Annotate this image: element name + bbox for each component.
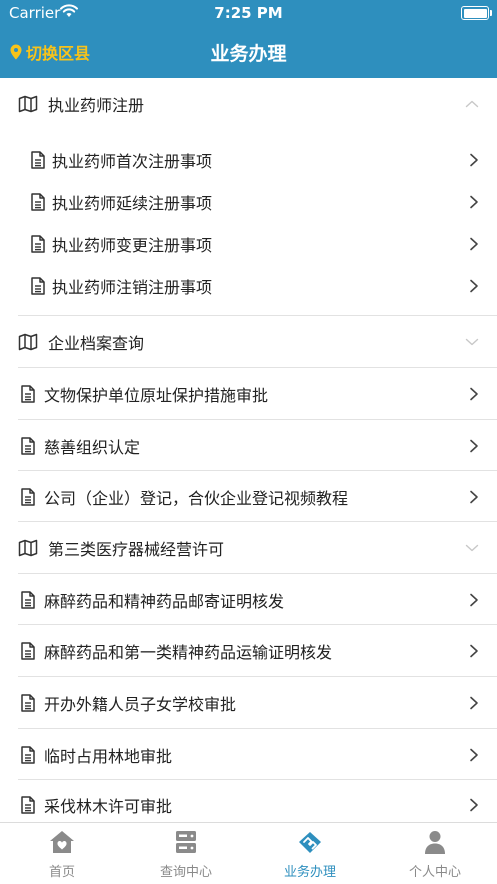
list-item-label: 公司（企业）登记，合伙企业登记视频教程 (44, 488, 349, 508)
list-item-anesthetic-transport[interactable]: 麻醉药品和第一类精神药品运输证明核发 (0, 625, 497, 676)
sub-item-renewal-registration[interactable]: 执业药师延续注册事项 (0, 181, 497, 223)
list-item-label: 临时占用林地审批 (44, 746, 173, 766)
group-label: 第三类医疗器械经营许可 (48, 539, 225, 559)
list-item-company-video[interactable]: 公司（企业）登记，合伙企业登记视频教程 (0, 471, 497, 522)
tab-label: 业务办理 (283, 865, 336, 880)
tab-business[interactable]: 业务办理 (248, 823, 372, 884)
list-item-foreign-school[interactable]: 开办外籍人员子女学校审批 (0, 677, 497, 728)
sub-item-label: 执业药师延续注册事项 (52, 194, 213, 213)
document-icon (18, 745, 38, 765)
chevron-down-icon[interactable] (465, 543, 479, 553)
list-item-label: 麻醉药品和第一类精神药品运输证明核发 (44, 642, 333, 662)
document-icon (28, 192, 48, 212)
document-icon (18, 693, 38, 713)
list-item-charity[interactable]: 慈善组织认定 (0, 420, 497, 471)
list-item-label: 慈善组织认定 (44, 437, 141, 457)
list-item-relic-protection[interactable]: 文物保护单位原址保护措施审批 (0, 368, 497, 419)
chevron-right-icon (469, 439, 479, 453)
document-icon (18, 384, 38, 404)
list-item-label: 文物保护单位原址保护措施审批 (44, 385, 269, 405)
home-icon (50, 831, 74, 853)
list-item-label: 麻醉药品和精神药品邮寄证明核发 (44, 591, 285, 611)
person-icon (425, 831, 445, 854)
chevron-up-icon[interactable] (465, 99, 479, 109)
sub-item-label: 执业药师变更注册事项 (52, 236, 213, 255)
chevron-right-icon (469, 387, 479, 401)
switch-district-label: 切换区县 (26, 44, 91, 63)
document-icon (18, 590, 38, 610)
chevron-right-icon (469, 798, 479, 812)
document-icon (18, 487, 38, 507)
map-icon (18, 332, 38, 352)
sub-item-first-registration[interactable]: 执业药师首次注册事项 (0, 139, 497, 181)
chevron-right-icon (469, 153, 479, 167)
chevron-right-icon (469, 237, 479, 251)
sub-item-label: 执业药师注销注册事项 (52, 278, 213, 297)
document-icon (18, 436, 38, 456)
chevron-right-icon (469, 593, 479, 607)
chevron-right-icon (469, 748, 479, 762)
tab-bar: 首页 查询中心 业务办理 个人中心 (0, 822, 497, 884)
tab-label: 首页 (48, 865, 75, 880)
clock: 7:25 PM (214, 4, 283, 22)
sub-item-change-registration[interactable]: 执业药师变更注册事项 (0, 223, 497, 265)
chevron-right-icon (469, 696, 479, 710)
document-icon (28, 276, 48, 296)
map-icon (18, 94, 38, 114)
document-icon (28, 150, 48, 170)
map-icon (18, 538, 38, 558)
tab-label: 个人中心 (408, 865, 461, 880)
chevron-down-icon[interactable] (465, 337, 479, 347)
tab-personal-center[interactable]: 个人中心 (373, 823, 497, 884)
tab-home[interactable]: 首页 (0, 823, 124, 884)
server-icon (176, 831, 196, 853)
document-icon (18, 641, 38, 661)
nav-bar: 切换区县 业务办理 (0, 26, 497, 78)
location-pin-icon (10, 44, 22, 60)
status-bar: Carrier 7:25 PM (0, 0, 497, 26)
group-pharmacist-registration[interactable]: 执业药师注册 (0, 78, 497, 130)
chevron-right-icon (469, 490, 479, 504)
tab-query-center[interactable]: 查询中心 (124, 823, 248, 884)
chevron-right-icon (469, 279, 479, 293)
handshake-icon (299, 832, 321, 853)
list-item-anesthetic-mail[interactable]: 麻醉药品和精神药品邮寄证明核发 (0, 574, 497, 625)
service-list[interactable]: 执业药师注册 执业药师首次注册事项 执业药师延续注册事项 执业药师变更注册事项 … (0, 78, 497, 822)
group-enterprise-archive[interactable]: 企业档案查询 (0, 316, 497, 367)
document-icon (28, 234, 48, 254)
list-item-forest-land[interactable]: 临时占用林地审批 (0, 729, 497, 780)
group-label: 企业档案查询 (48, 333, 145, 353)
list-item-label: 采伐林木许可审批 (44, 797, 173, 816)
sub-item-label: 执业药师首次注册事项 (52, 152, 213, 171)
battery-icon (461, 6, 492, 20)
group-medical-device[interactable]: 第三类医疗器械经营许可 (0, 522, 497, 573)
group-label: 执业药师注册 (48, 96, 145, 115)
chevron-right-icon (469, 195, 479, 209)
tab-label: 查询中心 (159, 865, 212, 880)
document-icon (18, 795, 38, 815)
list-item-logging[interactable]: 采伐林木许可审批 (0, 780, 497, 822)
chevron-right-icon (469, 644, 479, 658)
list-item-label: 开办外籍人员子女学校审批 (44, 694, 237, 714)
sub-item-cancel-registration[interactable]: 执业药师注销注册事项 (0, 265, 497, 307)
switch-district-button[interactable]: 切换区县 (10, 40, 90, 64)
